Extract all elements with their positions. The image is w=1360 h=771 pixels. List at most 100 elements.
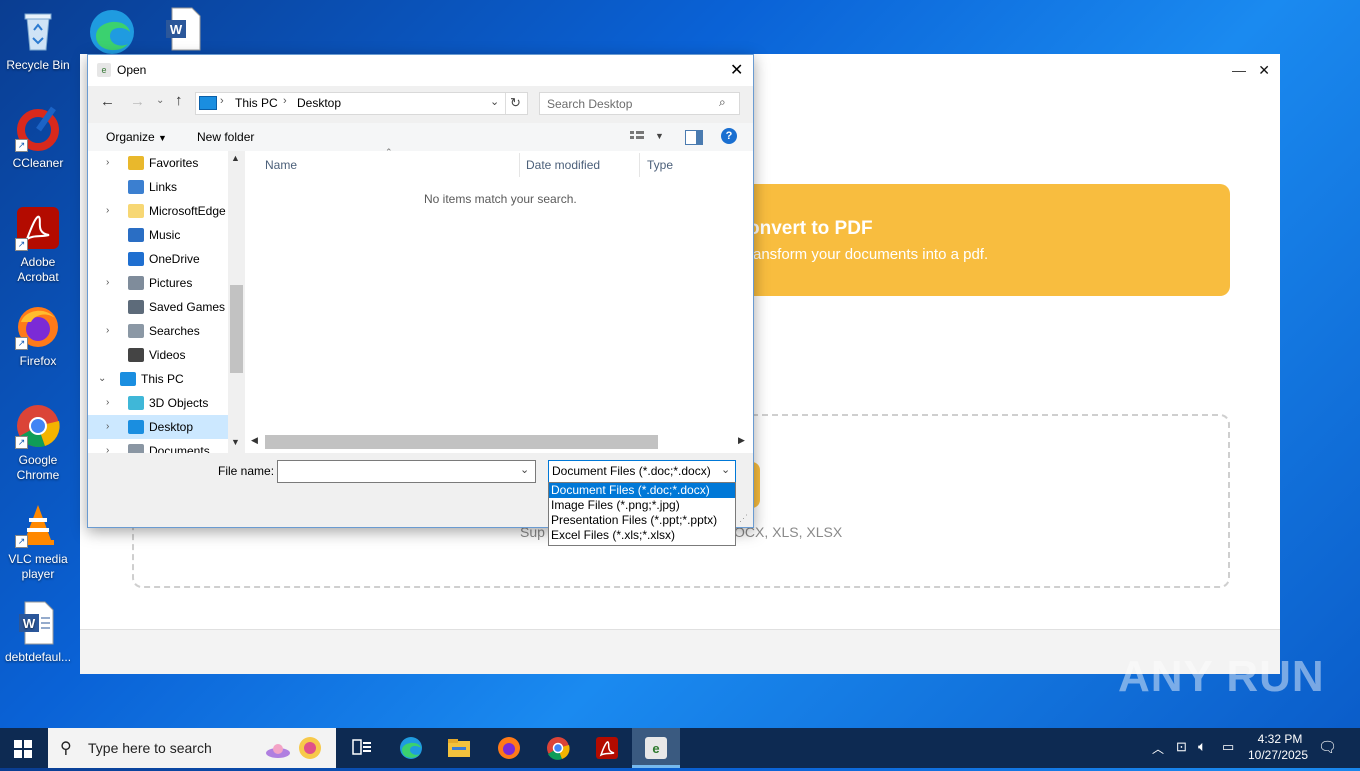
organize-button[interactable]: Organize ▼: [106, 130, 167, 144]
help-icon[interactable]: ?: [721, 128, 737, 144]
up-button[interactable]: ↑: [175, 92, 183, 109]
recent-locations-button[interactable]: ⌄: [156, 95, 164, 106]
desktop-icon-recycle-bin[interactable]: Recycle Bin: [2, 8, 74, 73]
network-icon[interactable]: ▭: [1222, 739, 1234, 755]
expand-chevron-icon[interactable]: ›: [106, 439, 109, 453]
nav-item-links[interactable]: Links: [88, 175, 228, 199]
volume-icon[interactable]: 🔈︎: [1198, 738, 1206, 755]
desktop-icon-adobe-acrobat[interactable]: ↗ Adobe Acrobat: [2, 205, 74, 285]
nav-item-3d-objects[interactable]: › 3D Objects: [88, 391, 228, 415]
scroll-right-icon[interactable]: ▶: [738, 435, 745, 446]
search-highlight-icon: [264, 736, 292, 760]
star-icon: [128, 156, 144, 170]
scroll-down-icon[interactable]: ▼: [231, 437, 240, 447]
desktop-icon-vlc[interactable]: ↗ VLC media player: [2, 502, 74, 582]
view-options-icon[interactable]: [629, 129, 645, 143]
nav-item-microsoftedge[interactable]: › MicrosoftEdge: [88, 199, 228, 223]
close-button[interactable]: ✕: [1258, 62, 1270, 79]
this-pc-icon: [199, 96, 217, 110]
file-type-select[interactable]: Document Files (*.doc;*.docx) ⌄: [548, 460, 736, 483]
expand-chevron-icon[interactable]: ⌄: [98, 367, 106, 391]
file-type-option[interactable]: Excel Files (*.xls;*.xlsx): [549, 528, 735, 543]
expand-chevron-icon[interactable]: ›: [106, 271, 109, 295]
file-type-option[interactable]: Presentation Files (*.ppt;*.pptx): [549, 513, 735, 528]
column-header-type[interactable]: Type: [647, 153, 673, 177]
links-icon: [128, 180, 144, 194]
desktop-icon-ccleaner[interactable]: ↗ CCleaner: [2, 106, 74, 171]
file-name-combobox[interactable]: ⌄: [277, 460, 536, 483]
firefox-icon[interactable]: [489, 732, 529, 764]
dialog-close-button[interactable]: ✕: [730, 60, 743, 80]
preview-pane-icon[interactable]: [685, 130, 703, 145]
nav-item-this-pc[interactable]: ⌄ This PC: [80, 367, 220, 391]
nav-item-saved-games[interactable]: Saved Games: [88, 295, 228, 319]
acrobat-icon[interactable]: [587, 732, 627, 764]
edge-desktop-shortcut[interactable]: [86, 6, 138, 54]
column-header-date-modified[interactable]: Date modified: [526, 153, 600, 177]
horizontal-scrollbar-thumb[interactable]: [265, 435, 658, 449]
search-icon: ⚲: [60, 740, 72, 757]
expand-chevron-icon[interactable]: ›: [106, 391, 109, 415]
desktop-icon-firefox[interactable]: ↗ Firefox: [2, 304, 74, 369]
nav-item-favorites[interactable]: › Favorites: [88, 151, 228, 175]
meet-now-icon[interactable]: ⊡: [1176, 739, 1187, 755]
search-input[interactable]: Search Desktop: [547, 97, 632, 111]
search-box[interactable]: Search Desktop ⌕: [539, 92, 740, 115]
expand-chevron-icon[interactable]: ›: [106, 319, 109, 343]
file-type-dropdown-list: Document Files (*.doc;*.docx) Image File…: [548, 482, 736, 546]
expand-chevron-icon[interactable]: ›: [106, 415, 109, 439]
nav-item-videos[interactable]: Videos: [88, 343, 228, 367]
chevron-down-icon[interactable]: ⌄: [520, 463, 529, 476]
breadcrumb-this-pc[interactable]: This PC: [235, 96, 278, 110]
nav-item-searches[interactable]: › Searches: [88, 319, 228, 343]
chevron-down-icon[interactable]: ⌄: [721, 463, 730, 476]
clock-date[interactable]: 10/27/2025: [1246, 748, 1310, 762]
saved-games-icon: [128, 300, 144, 314]
nav-item-desktop[interactable]: › Desktop: [88, 415, 228, 439]
windows-icon: [14, 740, 32, 758]
file-type-option[interactable]: Document Files (*.doc;*.docx): [549, 483, 735, 498]
forward-button[interactable]: →: [130, 93, 145, 110]
new-folder-button[interactable]: New folder: [197, 130, 254, 144]
refresh-icon[interactable]: ↻: [510, 95, 521, 111]
back-button[interactable]: ←: [100, 93, 115, 110]
chrome-icon[interactable]: [538, 732, 578, 764]
taskbar-search-box[interactable]: ⚲ Type here to search: [48, 728, 336, 768]
nav-item-pictures[interactable]: › Pictures: [88, 271, 228, 295]
desktop-icon-document[interactable]: W debtdefaul...: [2, 600, 74, 665]
column-header-name[interactable]: Name: [265, 153, 297, 177]
start-button[interactable]: [14, 740, 32, 758]
pictures-icon: [128, 276, 144, 290]
search-icon[interactable]: ⌕: [719, 95, 726, 110]
task-view-icon[interactable]: [342, 732, 382, 764]
file-type-option[interactable]: Image Files (*.png;*.jpg): [549, 498, 735, 513]
nav-item-documents[interactable]: › Documents: [88, 439, 228, 453]
show-hidden-icons-chevron[interactable]: ︿: [1152, 740, 1164, 757]
taskbar-search-input[interactable]: Type here to search: [88, 740, 212, 756]
breadcrumb-desktop[interactable]: Desktop: [297, 96, 341, 110]
nav-item-onedrive[interactable]: OneDrive: [88, 247, 228, 271]
notifications-icon[interactable]: 🗨︎: [1318, 738, 1337, 756]
scroll-up-icon[interactable]: ▲: [231, 153, 240, 163]
convert-to-pdf-banner: onvert to PDF ransform your documents in…: [740, 184, 1230, 296]
resize-grip-icon[interactable]: ⋰: [739, 513, 748, 524]
nav-item-label: Pictures: [149, 276, 193, 290]
banner-subtitle: ransform your documents into a pdf.: [748, 246, 989, 263]
address-bar[interactable]: › This PC › Desktop ⌄ ↻: [195, 92, 528, 115]
expand-chevron-icon[interactable]: ›: [106, 199, 109, 223]
scrollbar-thumb[interactable]: [230, 285, 243, 373]
clock-time[interactable]: 4:32 PM: [1252, 732, 1308, 746]
view-dropdown-icon[interactable]: ▼: [655, 131, 664, 141]
svg-text:W: W: [170, 22, 183, 37]
scroll-left-icon[interactable]: ◀: [251, 435, 258, 446]
edge-icon[interactable]: [391, 732, 431, 764]
word-desktop-shortcut[interactable]: W: [162, 6, 208, 54]
active-app-icon[interactable]: e: [632, 728, 680, 768]
navigation-scrollbar[interactable]: ▲ ▼: [228, 151, 245, 453]
expand-chevron-icon[interactable]: ›: [106, 151, 109, 175]
nav-item-music[interactable]: Music: [88, 223, 228, 247]
file-explorer-icon[interactable]: [439, 732, 479, 764]
minimize-button[interactable]: —: [1232, 62, 1246, 78]
chevron-down-icon[interactable]: ⌄: [490, 95, 499, 108]
desktop-icon-chrome[interactable]: ↗ Google Chrome: [2, 403, 74, 483]
